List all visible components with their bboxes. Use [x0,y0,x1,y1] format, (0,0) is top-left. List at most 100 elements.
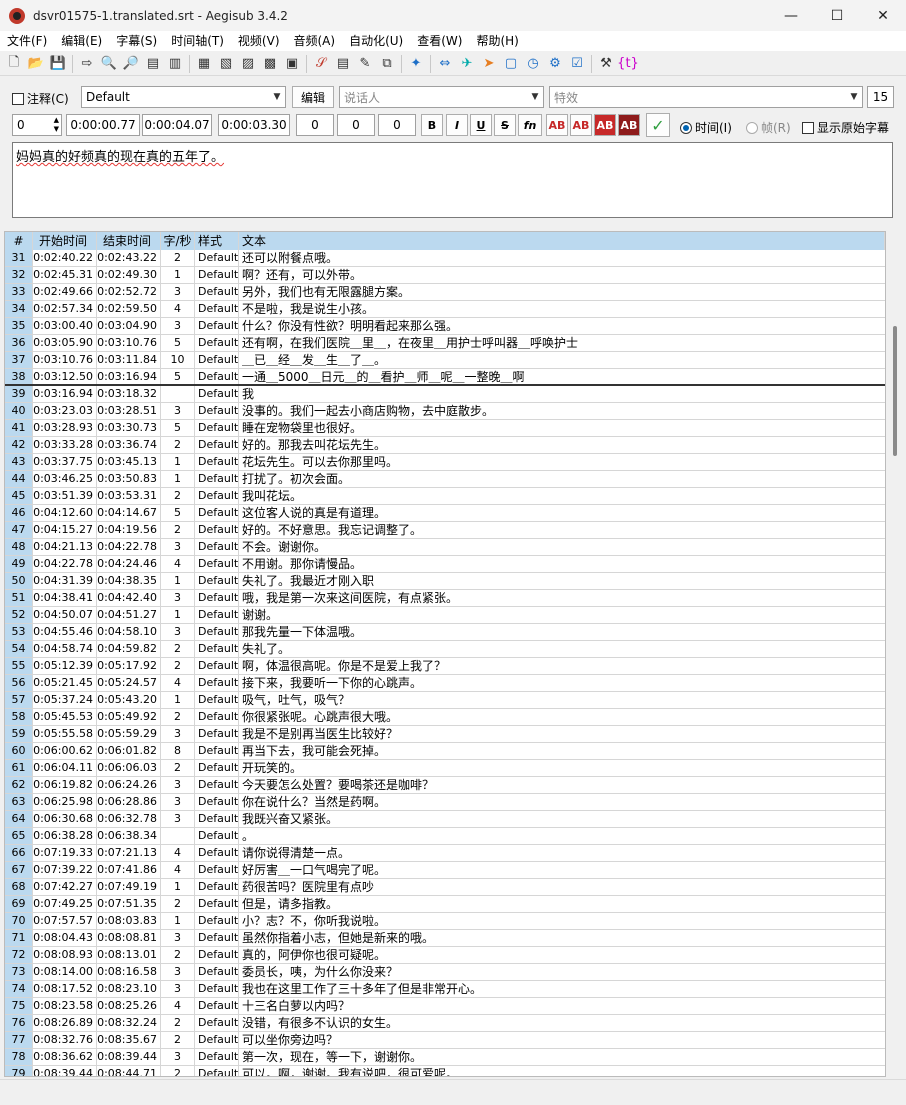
table-row[interactable]: 73 0:08:14.00 0:08:16.58 3 Default 委员长，咦，为什么你… [5,964,885,981]
table-row[interactable]: 54 0:04:58.74 0:04:59.82 2 Default 失礼了。 [5,641,885,658]
select-lines-icon[interactable]: ▢ [500,53,522,75]
table-row[interactable]: 40 0:03:23.03 0:03:28.51 3 Default 没事的。我们一起去小… [5,403,885,420]
table-row[interactable]: 79 0:08:39.44 0:08:44.71 2 Default 可以。啊，谢谢。我有… [5,1066,885,1076]
start-time-field[interactable]: 0:00:00.77 [66,114,140,136]
header-number[interactable]: # [5,232,33,250]
table-row[interactable]: 50 0:04:31.39 0:04:38.35 1 Default 失礼了。我最近才刚入… [5,573,885,590]
table-row[interactable]: 55 0:05:12.39 0:05:17.92 2 Default 啊，体温很高呢。你是… [5,658,885,675]
margin-vertical-field[interactable]: 0 [378,114,416,136]
table-row[interactable]: 49 0:04:22.78 0:04:24.46 4 Default 不用谢。那你请慢品。 [5,556,885,573]
margin-left-field[interactable]: 0 [296,114,334,136]
table-row[interactable]: 34 0:02:57.34 0:02:59.50 4 Default 不是啦，我是说生小孩… [5,301,885,318]
spin-arrows-icon[interactable]: ▲ ▼ [54,116,59,134]
table-row[interactable]: 76 0:08:26.89 0:08:32.24 2 Default 没错，有很多不认识的… [5,1015,885,1032]
table-row[interactable]: 37 0:03:10.76 0:03:11.84 10 Default ＿已＿经＿发＿生＿… [5,352,885,369]
menu-video[interactable]: 视频(V) [231,31,287,51]
table-row[interactable]: 53 0:04:55.46 0:04:58.10 3 Default 那我先量一下体温哦。 [5,624,885,641]
menu-subtitle[interactable]: 字幕(S) [109,31,164,51]
table-row[interactable]: 59 0:05:55.58 0:05:59.29 3 Default 我是不是别再当医生比… [5,726,885,743]
table-row[interactable]: 69 0:07:49.25 0:07:51.35 2 Default 但是，请多指教。 [5,896,885,913]
open-file-icon[interactable]: 📂 [25,53,47,75]
find-replace-icon[interactable]: ⧉ [376,53,398,75]
radio-dot[interactable] [680,121,692,134]
table-row[interactable]: 42 0:03:33.28 0:03:36.74 2 Default 好的。那我去叫花坛先… [5,437,885,454]
margin-right-field[interactable]: 0 [337,114,375,136]
font-button[interactable]: fn [518,114,542,136]
subtitle-text-editor[interactable]: 妈妈真的好频真的现在真的五年了。 [12,142,893,218]
new-file-icon[interactable]: 🗋 [3,53,25,75]
automation-icon[interactable]: ✦ [405,53,427,75]
table-row[interactable]: 44 0:03:46.25 0:03:50.83 1 Default 打扰了。初次会面。 [5,471,885,488]
options-icon[interactable]: ⚙ [544,53,566,75]
table-row[interactable]: 74 0:08:17.52 0:08:23.10 3 Default 我也在这里工作了三十… [5,981,885,998]
maximize-button[interactable]: ☐ [814,0,860,31]
minimize-button[interactable]: — [768,0,814,31]
primary-color-button[interactable]: AB [546,114,568,136]
grid-scrollbar[interactable] [887,231,904,1077]
table-row[interactable]: 67 0:07:39.22 0:07:41.86 4 Default 好厉害＿一口气喝完了… [5,862,885,879]
table-row[interactable]: 66 0:07:19.33 0:07:21.13 4 Default 请你说得清楚一点。 [5,845,885,862]
menu-edit[interactable]: 编辑(E) [54,31,109,51]
table-row[interactable]: 62 0:06:19.82 0:06:24.26 3 Default 今天要怎么处置？要喝… [5,777,885,794]
table-row[interactable]: 57 0:05:37.24 0:05:43.20 1 Default 吸气，吐气，吸气？ [5,692,885,709]
table-row[interactable]: 38 0:03:12.50 0:03:16.94 5 Default 一通＿5000＿日元… [5,369,885,386]
style-manager-icon[interactable]: ▣ [281,53,303,75]
table-row[interactable]: 48 0:04:21.13 0:04:22.78 3 Default 不会。谢谢你。 [5,539,885,556]
menu-view[interactable]: 查看(W) [410,31,469,51]
table-row[interactable]: 41 0:03:28.93 0:03:30.73 5 Default 睡在宠物袋里也很好。 [5,420,885,437]
header-start-time[interactable]: 开始时间 [33,232,97,250]
table-row[interactable]: 43 0:03:37.75 0:03:45.13 1 Default 花坛先生。可以去你那… [5,454,885,471]
table-row[interactable]: 75 0:08:23.58 0:08:25.26 4 Default 十三名白萝以内吗？ [5,998,885,1015]
table-row[interactable]: 78 0:08:36.62 0:08:39.44 3 Default 第一次，现在，等一下… [5,1049,885,1066]
attachments-icon[interactable]: ▧ [215,53,237,75]
shadow-color-button[interactable]: AB [618,114,640,136]
menu-timing[interactable]: 时间轴(T) [164,31,231,51]
zoom-in-icon[interactable]: 🔍 [98,53,120,75]
table-row[interactable]: 58 0:05:45.53 0:05:49.92 2 Default 你很紧张呢。心跳声很… [5,709,885,726]
header-end-time[interactable]: 结束时间 [97,232,161,250]
table-row[interactable]: 31 0:02:40.22 0:02:43.22 2 Default 还可以附餐点哦。 [5,250,885,267]
menu-audio[interactable]: 音频(A) [287,31,343,51]
table-row[interactable]: 46 0:04:12.60 0:04:14.67 5 Default 这位客人说的真是有道… [5,505,885,522]
show-original-checkbox[interactable]: 显示原始字幕 [802,119,889,136]
table-row[interactable]: 33 0:02:49.66 0:02:52.72 3 Default 另外，我们也有无限露… [5,284,885,301]
save-icon[interactable]: 💾 [47,53,69,75]
validate-icon[interactable]: ☑ [566,53,588,75]
edit-style-button[interactable]: 编辑 [292,86,334,108]
actor-combo[interactable]: 说话人 ▼ [339,86,544,108]
layer-spin[interactable]: 0 ▲ ▼ [12,114,62,136]
timing-postprocessor-icon[interactable]: ✈ [456,53,478,75]
table-row[interactable]: 35 0:03:00.40 0:03:04.90 3 Default 什么？你没有性欲？明… [5,318,885,335]
timer-icon[interactable]: ◷ [522,53,544,75]
style-combo[interactable]: Default ▼ [81,86,286,108]
table-row[interactable]: 36 0:03:05.90 0:03:10.76 5 Default 还有啊，在我们医院＿… [5,335,885,352]
table-row[interactable]: 56 0:05:21.45 0:05:24.57 4 Default 接下来，我要听一下你… [5,675,885,692]
strikeout-button[interactable]: S [494,114,516,136]
translation-assistant-icon[interactable]: ▤ [332,53,354,75]
jump-to-icon[interactable]: ⇨ [76,53,98,75]
resample-icon[interactable]: ▩ [259,53,281,75]
shift-times-icon[interactable]: ⇔ [434,53,456,75]
properties-icon[interactable]: ▦ [193,53,215,75]
italic-button[interactable]: I [446,114,468,136]
table-row[interactable]: 63 0:06:25.98 0:06:28.86 3 Default 你在说什么？当然是药… [5,794,885,811]
tools-icon[interactable]: ⚒ [595,53,617,75]
table-row[interactable]: 68 0:07:42.27 0:07:49.19 1 Default 药很苦吗？医院里有点… [5,879,885,896]
zoom-out-icon[interactable]: 🔎 [120,53,142,75]
secondary-color-button[interactable]: AB [570,114,592,136]
table-row[interactable]: 47 0:04:15.27 0:04:19.56 2 Default 好的。不好意思。我忘… [5,522,885,539]
scrollbar-thumb[interactable] [893,326,897,456]
time-radio[interactable]: 时间(I) [680,119,732,136]
menu-automation[interactable]: 自动化(U) [342,31,410,51]
table-row[interactable]: 65 0:06:38.28 0:06:38.34 Default。 [5,828,885,845]
checkbox-box[interactable] [802,121,814,134]
table-row[interactable]: 45 0:03:51.39 0:03:53.31 2 Default 我叫花坛。 [5,488,885,505]
frame-radio[interactable]: 帧(R) [746,119,791,136]
spell-check-icon[interactable]: ✎ [354,53,376,75]
checkbox-box[interactable] [12,92,24,105]
end-time-field[interactable]: 0:00:04.07 [142,114,212,136]
bold-button[interactable]: B [421,114,443,136]
header-text[interactable]: 文本 [239,232,885,250]
comment-checkbox[interactable]: 注释(C) [12,90,69,107]
table-row[interactable]: 51 0:04:38.41 0:04:42.40 3 Default 哦，我是第一次来这间… [5,590,885,607]
